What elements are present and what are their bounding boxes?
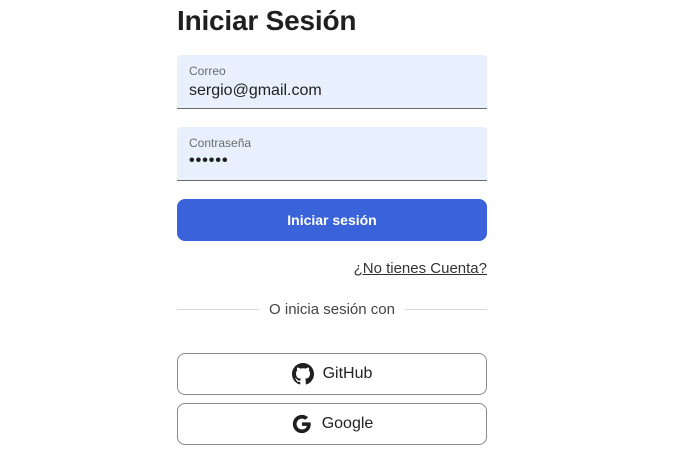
email-value[interactable]: sergio@gmail.com [189,82,322,100]
divider-line-right [404,308,487,310]
page-title: Iniciar Sesión [177,5,357,36]
register-link[interactable]: ¿No tienes Cuenta? [354,260,487,277]
github-login-button[interactable]: GitHub [177,353,487,395]
email-label: Correo [189,64,226,78]
login-button[interactable]: Iniciar sesión [177,199,487,241]
google-icon [291,413,313,435]
divider-line-left [177,308,260,310]
email-field[interactable]: Correo sergio@gmail.com [177,55,487,109]
divider-text: O inicia sesión con [269,300,395,318]
google-login-button[interactable]: Google [177,403,487,445]
google-label: Google [321,415,374,432]
password-value[interactable]: •••••• [189,152,229,170]
password-field[interactable]: Contraseña •••••• [177,127,487,181]
github-label: GitHub [322,365,373,382]
github-icon [291,363,314,385]
password-label: Contraseña [189,136,252,150]
login-page: Iniciar Sesión Correo sergio@gmail.com C… [0,0,676,470]
social-divider: O inicia sesión con [177,299,487,319]
